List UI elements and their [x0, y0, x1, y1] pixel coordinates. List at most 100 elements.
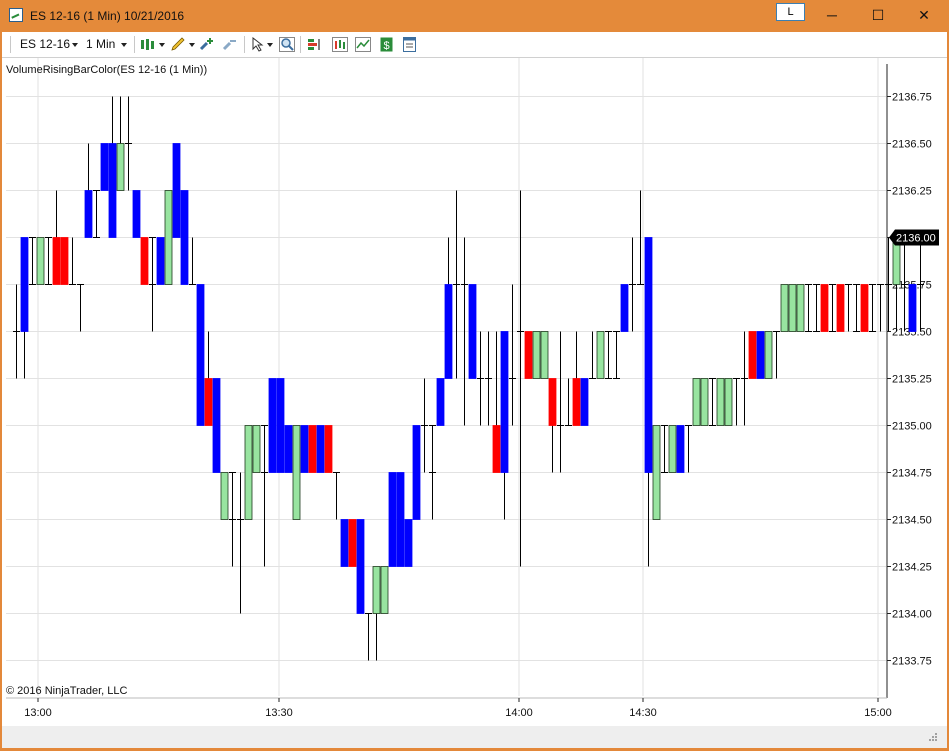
- candle-body: [204, 378, 213, 426]
- close-button[interactable]: ✕: [909, 5, 939, 25]
- bar-style-icon[interactable]: [140, 37, 156, 52]
- candle-body: [724, 378, 733, 426]
- pointer-chevron-down-icon[interactable]: [267, 43, 273, 47]
- toolbar-divider: [244, 36, 245, 53]
- candle-body: [36, 237, 45, 285]
- price-tick-label: 2133.75: [892, 656, 932, 668]
- time-tick-label: 14:30: [629, 707, 657, 719]
- candle-body: [620, 284, 629, 332]
- candle-body: [156, 237, 165, 285]
- candle-body: [300, 425, 309, 473]
- candle-body: [220, 472, 229, 520]
- price-chart[interactable]: 2136.752136.502136.252136.002135.752135.…: [2, 58, 947, 726]
- candle-body: [540, 331, 549, 379]
- candle-body: [644, 237, 653, 473]
- candle-body: [388, 472, 397, 567]
- candle-body: [748, 331, 757, 379]
- interval-chevron-down-icon[interactable]: [121, 43, 127, 47]
- interval-selector[interactable]: 1 Min: [86, 37, 115, 51]
- magnifier-icon[interactable]: [279, 37, 295, 52]
- indicator-label: VolumeRisingBarColor(ES 12-16 (1 Min)): [6, 64, 208, 76]
- candle-body: [572, 378, 581, 426]
- candle-body: [700, 378, 709, 426]
- chart-trader-icon[interactable]: [307, 37, 323, 52]
- candle-body: [468, 284, 477, 379]
- candle-body: [172, 143, 181, 238]
- chart-toolbar: ES 12-16 1 Min $: [2, 32, 947, 58]
- price-tick-label: 2134.75: [892, 468, 932, 480]
- candle-body: [212, 378, 221, 473]
- candle-body: [668, 425, 677, 473]
- candle-body: [444, 284, 453, 379]
- title-bar: ES 12-16 (1 Min) 10/21/2016 L ─ ☐ ✕: [0, 0, 949, 32]
- candle-body: [500, 331, 509, 473]
- candle-body: [788, 284, 797, 332]
- price-tick-label: 2136.25: [892, 186, 932, 198]
- bar-style-chevron-down-icon[interactable]: [159, 43, 165, 47]
- price-tick-label: 2134.00: [892, 609, 932, 621]
- candle-body: [820, 284, 829, 332]
- candle-body: [652, 425, 661, 520]
- resize-grip-icon[interactable]: [928, 732, 938, 742]
- candle-body: [596, 331, 605, 379]
- price-tick-label: 2136.75: [892, 92, 932, 104]
- indicators-icon[interactable]: [355, 37, 371, 52]
- strategies-icon[interactable]: [332, 37, 348, 52]
- horizontal-scrollbar[interactable]: [2, 726, 947, 748]
- drawing-tool-chevron-down-icon[interactable]: [189, 43, 195, 47]
- candle-body: [532, 331, 541, 379]
- candle-body: [60, 237, 69, 285]
- zoom-in-icon[interactable]: [199, 37, 215, 52]
- candle-body: [412, 425, 421, 520]
- pointer-icon[interactable]: [250, 37, 266, 52]
- dollar-icon[interactable]: $: [379, 37, 395, 52]
- candle-body: [548, 378, 557, 426]
- candle-body: [908, 284, 917, 332]
- instrument-selector[interactable]: ES 12-16: [20, 37, 70, 51]
- candle-body: [140, 237, 149, 285]
- candle-body: [252, 425, 261, 473]
- toolbar-divider: [134, 36, 135, 53]
- price-tick-label: 2135.00: [892, 421, 932, 433]
- candle-body: [132, 190, 141, 238]
- properties-icon[interactable]: [402, 37, 418, 52]
- candle-body: [372, 566, 381, 614]
- copyright-notice: © 2016 NinjaTrader, LLC: [6, 685, 128, 697]
- candle-body: [356, 519, 365, 614]
- candle-body: [276, 378, 285, 473]
- svg-text:$: $: [383, 40, 389, 52]
- candle-body: [676, 425, 685, 473]
- candle-body: [284, 425, 293, 473]
- candle-body: [196, 284, 205, 426]
- candle-body: [796, 284, 805, 332]
- candle-body: [716, 378, 725, 426]
- candle-body: [756, 331, 765, 379]
- instrument-chevron-down-icon[interactable]: [72, 43, 78, 47]
- instrument-link-button[interactable]: L: [776, 3, 805, 21]
- time-tick-label: 13:00: [24, 707, 52, 719]
- minimize-button[interactable]: ─: [817, 5, 847, 25]
- price-tick-label: 2134.25: [892, 562, 932, 574]
- candle-body: [348, 519, 357, 567]
- candle-body: [108, 143, 117, 238]
- candle-body: [340, 519, 349, 567]
- candle-body: [380, 566, 389, 614]
- candle-body: [52, 237, 61, 285]
- candle-body: [116, 143, 125, 191]
- candle-body: [580, 378, 589, 426]
- candle-body: [692, 378, 701, 426]
- window-title: ES 12-16 (1 Min) 10/21/2016: [30, 9, 185, 23]
- drawing-tool-icon[interactable]: [170, 37, 186, 52]
- candle-body: [404, 519, 413, 567]
- maximize-button[interactable]: ☐: [863, 5, 893, 25]
- candle-body: [100, 143, 109, 191]
- time-tick-label: 13:30: [265, 707, 293, 719]
- candle-body: [268, 378, 277, 473]
- chart-window-icon: [9, 8, 23, 22]
- candle-body: [524, 331, 533, 379]
- chart-panel[interactable]: 2136.752136.502136.252136.002135.752135.…: [2, 58, 947, 726]
- toolbar-divider: [300, 36, 301, 53]
- zoom-out-icon[interactable]: [222, 37, 238, 52]
- time-tick-label: 15:00: [864, 707, 892, 719]
- time-tick-label: 14:00: [505, 707, 533, 719]
